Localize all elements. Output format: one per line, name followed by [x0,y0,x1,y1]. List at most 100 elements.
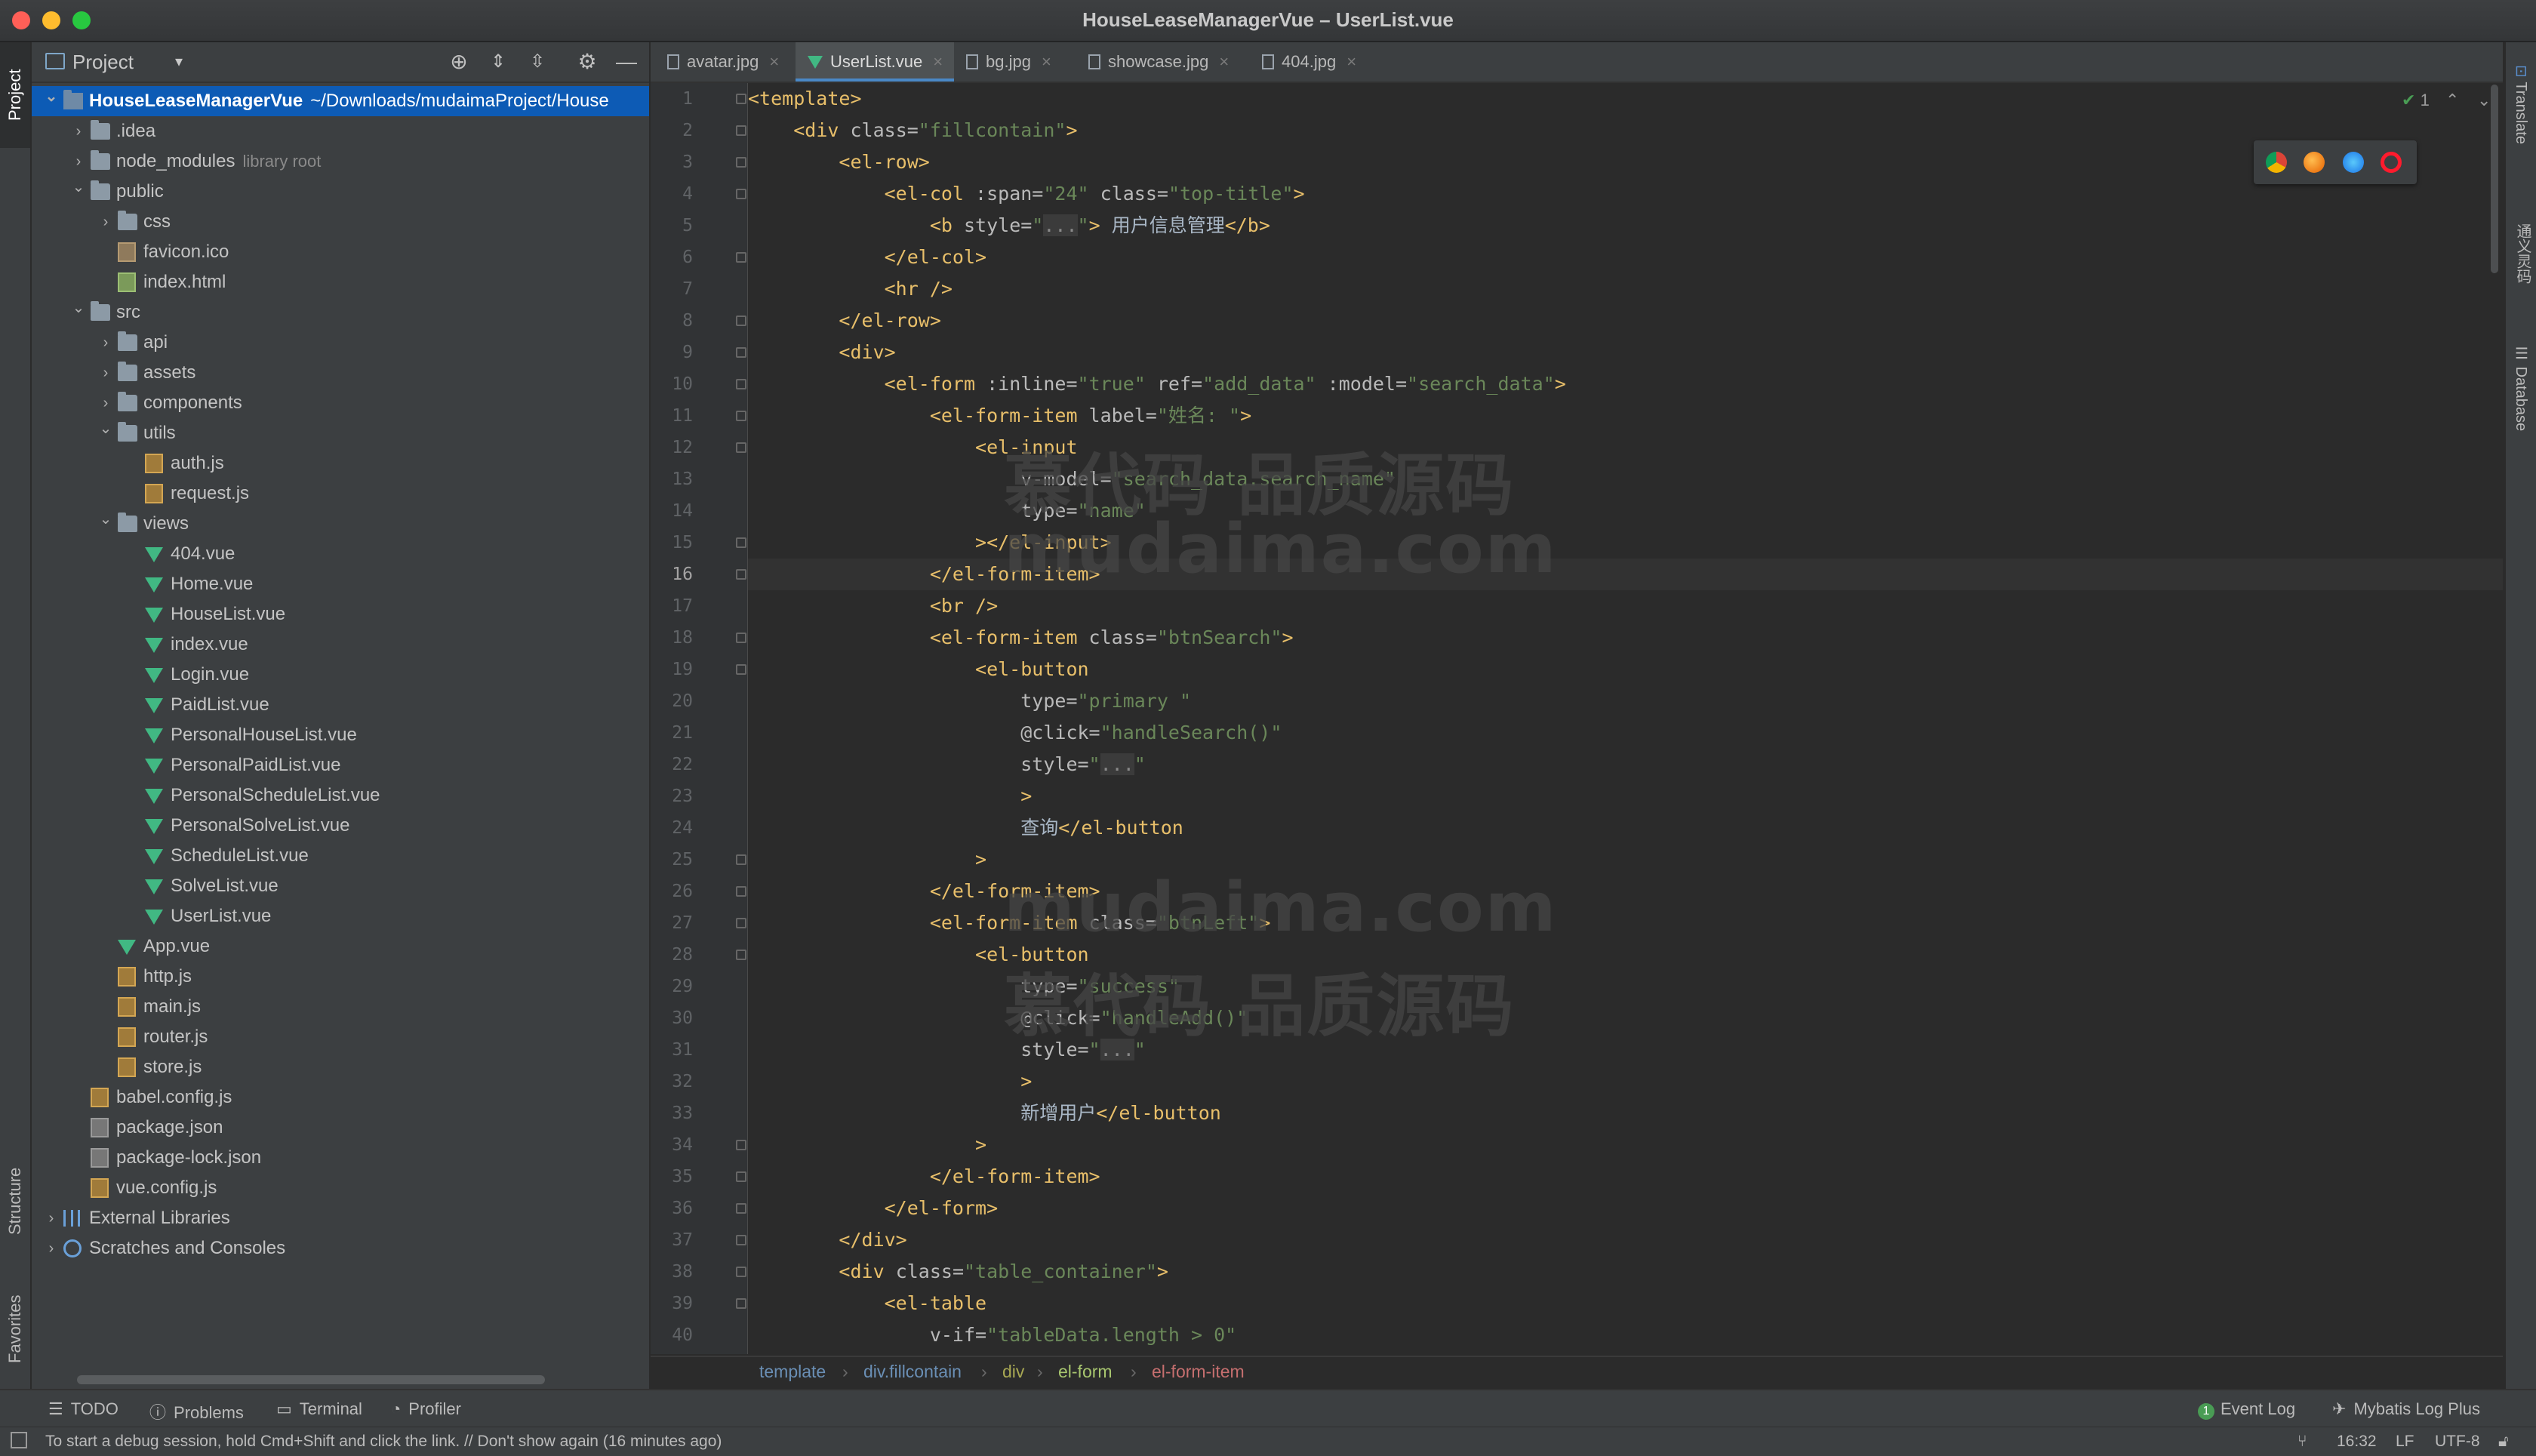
tree-item[interactable]: › Scratches and Consoles [32,1233,649,1264]
breadcrumb-item[interactable]: el-form [1058,1362,1113,1382]
tree-item[interactable]: favicon.ico [32,237,649,267]
lock-icon[interactable]: 🔓︎ [2498,1433,2509,1451]
code-line[interactable]: <div class="fillcontain"> [748,115,2503,146]
mybatis-log-button[interactable]: ✈ Mybatis Log Plus [2332,1399,2480,1419]
fold-marker-icon[interactable] [736,157,746,168]
tree-item[interactable]: › .idea [32,116,649,146]
tree-item[interactable]: ⌄ HouseLeaseManagerVue ~/Downloads/mudaima… [32,86,649,116]
chevron-down-icon[interactable]: ▾ [175,52,183,71]
tree-item[interactable]: › css [32,207,649,237]
tree-item[interactable]: ⌄ utils [32,418,649,448]
tree-item[interactable]: vue.config.js [32,1173,649,1203]
fold-marker-icon[interactable] [736,189,746,199]
caret-position[interactable]: 16:32 [2337,1433,2377,1451]
safari-icon[interactable] [2343,152,2364,173]
fold-marker-icon[interactable] [736,537,746,548]
hide-panel-icon[interactable]: — [613,48,640,75]
close-icon[interactable]: × [933,52,943,71]
code-line[interactable]: > [748,1129,2503,1161]
editor-tab[interactable]: UserList.vue × [796,42,954,82]
previous-highlight-icon[interactable]: ⌃ [2445,91,2459,110]
locate-file-icon[interactable]: ⊕ [445,48,472,75]
code-line[interactable]: <template> [748,83,2503,115]
next-highlight-icon[interactable]: ⌄ [2477,91,2491,110]
file-encoding[interactable]: UTF-8 [2435,1433,2480,1451]
tree-item[interactable]: http.js [32,962,649,992]
code-line[interactable]: </el-col> [748,242,2503,273]
fold-marker-icon[interactable] [736,252,746,263]
tree-item[interactable]: › components [32,388,649,418]
fold-marker-icon[interactable] [736,94,746,104]
breadcrumb-item[interactable]: div [1002,1362,1024,1382]
fold-marker-icon[interactable] [736,664,746,675]
code-line[interactable]: type="name" [748,495,2503,527]
chevron-right-icon[interactable]: › [44,1233,59,1264]
tree-item[interactable]: ⌄ public [32,177,649,207]
tree-item[interactable]: › assets [32,358,649,388]
close-icon[interactable]: × [1042,52,1051,71]
code-line[interactable]: 查询</el-button [748,812,2503,844]
fold-marker-icon[interactable] [736,316,746,326]
chevron-right-icon[interactable]: › [98,328,113,358]
code-line[interactable]: > [748,844,2503,876]
close-icon[interactable]: × [769,52,779,71]
tree-item[interactable]: package-lock.json [32,1143,649,1173]
code-line[interactable]: type="success" [748,971,2503,1002]
database-tool-tab[interactable]: ☰ Database [2512,344,2530,431]
event-log-button[interactable]: 1 Event Log [2198,1399,2295,1420]
profiler-tool-button[interactable]: ◔ Profiler [391,1399,461,1419]
tree-item[interactable]: store.js [32,1052,649,1082]
firefox-icon[interactable] [2304,152,2325,173]
code-line[interactable]: <br /> [748,590,2503,622]
chevron-right-icon[interactable]: › [98,358,113,388]
chevron-down-icon[interactable]: ⌄ [71,293,86,323]
code-line[interactable]: > [748,1066,2503,1097]
fold-marker-icon[interactable] [736,633,746,643]
breadcrumb-item[interactable]: template [759,1362,826,1382]
tree-item[interactable]: router.js [32,1022,649,1052]
tree-item[interactable]: HouseList.vue [32,599,649,629]
code-line[interactable]: </el-form-item> [748,559,2503,590]
tree-item[interactable]: PersonalPaidList.vue [32,750,649,780]
close-icon[interactable]: × [1219,52,1229,71]
vertical-scrollbar[interactable] [2491,85,2498,273]
tree-item[interactable]: request.js [32,479,649,509]
problems-tool-button[interactable]: ⓘ Problems [149,1399,244,1424]
chevron-down-icon[interactable]: ⌄ [71,172,86,202]
code-editor[interactable]: <template> <div class="fillcontain"> <el… [748,83,2503,1354]
code-line[interactable]: <el-form-item class="btnLeft"> [748,907,2503,939]
tree-item[interactable]: UserList.vue [32,901,649,931]
code-line[interactable]: <div> [748,337,2503,368]
fold-marker-icon[interactable] [736,347,746,358]
opera-icon[interactable] [2381,152,2402,173]
collapse-all-icon[interactable]: ⇳ [524,48,551,75]
chevron-right-icon[interactable]: › [98,207,113,237]
close-icon[interactable]: × [1346,52,1356,71]
code-line[interactable]: ></el-input> [748,527,2503,559]
chevron-down-icon[interactable]: ⌄ [98,504,113,534]
code-line[interactable]: <b style="..."> 用户信息管理</b> [748,210,2503,242]
tree-item[interactable]: ⌄ views [32,509,649,539]
code-line[interactable]: <hr /> [748,273,2503,305]
code-line[interactable]: @click="handleSearch()" [748,717,2503,749]
code-line[interactable]: v-model="search_data.search_name" [748,463,2503,495]
inspection-widget[interactable]: ✔ 1 [2402,91,2430,110]
code-line[interactable]: </div> [748,1224,2503,1256]
terminal-tool-button[interactable]: ▭ Terminal [276,1399,362,1419]
line-separator[interactable]: LF [2396,1433,2414,1451]
horizontal-scrollbar[interactable] [77,1375,545,1384]
tree-item[interactable]: PersonalHouseList.vue [32,720,649,750]
fold-marker-icon[interactable] [736,1203,746,1214]
tree-item[interactable]: ⌄ src [32,297,649,328]
chevron-down-icon[interactable]: ⌄ [98,414,113,444]
code-line[interactable]: v-if="tableData.length > 0" [748,1319,2503,1351]
code-line[interactable]: > [748,780,2503,812]
breadcrumb-item[interactable]: el-form-item [1152,1362,1245,1382]
tree-item[interactable]: 404.vue [32,539,649,569]
code-line[interactable]: <el-form-item label="姓名: "> [748,400,2503,432]
expand-all-icon[interactable]: ⇕ [485,48,512,75]
breadcrumb-item[interactable]: div.fillcontain [863,1362,962,1382]
chevron-right-icon[interactable]: › [71,116,86,146]
code-line[interactable]: 新增用户</el-button [748,1097,2503,1129]
project-panel-title[interactable]: Project [72,51,134,74]
